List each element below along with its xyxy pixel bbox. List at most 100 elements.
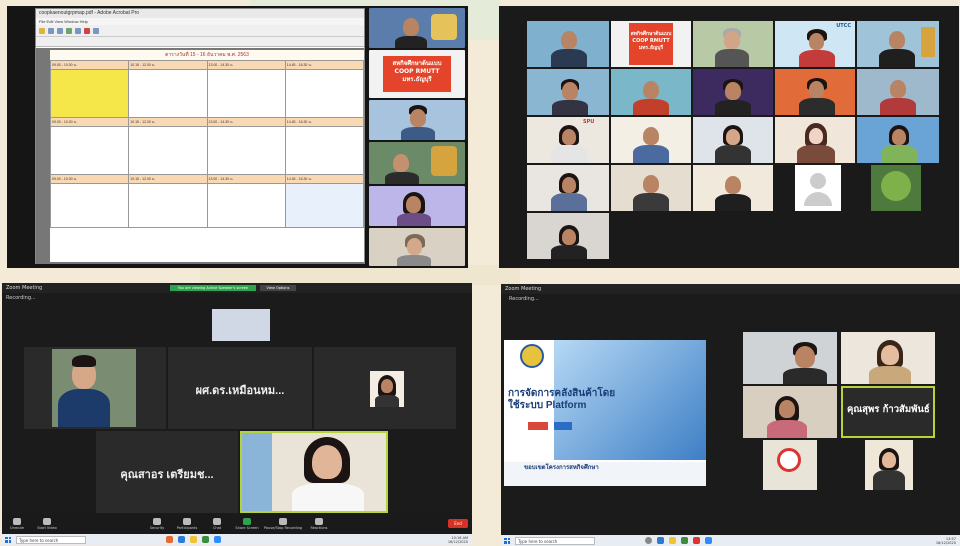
- app-icon[interactable]: [681, 537, 688, 544]
- participant-video[interactable]: [611, 117, 691, 163]
- zoom-icon[interactable]: [705, 537, 712, 544]
- participant-video[interactable]: [369, 186, 465, 226]
- person: [561, 31, 577, 49]
- coop-logo: สหกิจศึกษาต้นแบบ COOP RMUTT มทร.ธัญบุรี: [383, 56, 451, 92]
- participant-video[interactable]: [693, 21, 773, 67]
- edge-icon[interactable]: [657, 537, 664, 544]
- zoom-title-bar: Zoom Meeting: [501, 284, 960, 294]
- shirt: [715, 194, 751, 211]
- chat-button[interactable]: Chat: [202, 518, 232, 530]
- search-icon[interactable]: [75, 27, 81, 34]
- participant-video[interactable]: [369, 8, 465, 48]
- edge-icon[interactable]: [178, 536, 185, 543]
- shirt: [799, 50, 835, 67]
- table-cell: 09.00 - 10.00 น.: [49, 174, 130, 184]
- sign-icon[interactable]: [84, 27, 90, 34]
- participant-video[interactable]: [693, 165, 773, 211]
- participant-no-video[interactable]: [795, 165, 841, 211]
- shared-slide[interactable]: การจัดการคลังสินค้าโดย ใช้ระบบ Platform …: [504, 340, 706, 486]
- pause-recording-button[interactable]: Pause/Stop Recording: [262, 518, 304, 530]
- shirt: [799, 98, 835, 115]
- view-options-button[interactable]: View Options: [260, 285, 296, 291]
- participant-name-tile[interactable]: คุณสาอร เตรียมช...: [96, 431, 238, 513]
- start-video-button[interactable]: Start Video: [32, 518, 62, 530]
- video-frame: [272, 433, 386, 511]
- recording-indicator[interactable]: Recording...: [509, 296, 539, 302]
- participant-logo-tile[interactable]: สหกิจศึกษาต้นแบบ COOP RMUTT มทร.ธัญบุรี: [611, 21, 691, 67]
- participant-video[interactable]: [775, 69, 855, 115]
- share-screen-button[interactable]: Share Screen: [232, 518, 262, 530]
- folder-icon[interactable]: [190, 536, 197, 543]
- participant-video[interactable]: [611, 165, 691, 211]
- app-icon[interactable]: [202, 536, 209, 543]
- participant-video[interactable]: [24, 347, 166, 429]
- microphone-icon: [13, 518, 21, 525]
- participant-video[interactable]: [369, 228, 465, 266]
- participants-button[interactable]: Participants: [172, 518, 202, 530]
- participant-logo-tile[interactable]: สหกิจศึกษาต้นแบบ COOP RMUTT มทร.ธัญบุรี: [369, 50, 465, 98]
- participant-name: คุณสุพร ก้าวสัมพันธ์: [847, 404, 930, 415]
- people-icon: [183, 518, 191, 525]
- app-icon[interactable]: [693, 537, 700, 544]
- windows-start-icon[interactable]: [5, 536, 11, 543]
- window-title: Zoom Meeting: [6, 285, 43, 291]
- print-icon[interactable]: [57, 27, 63, 34]
- participant-video[interactable]: SPU: [527, 117, 609, 163]
- taskbar-search[interactable]: Type here to search: [16, 535, 86, 544]
- participant-video[interactable]: [857, 21, 939, 67]
- participant-video[interactable]: [775, 117, 855, 163]
- participant-video[interactable]: [841, 332, 935, 384]
- participant-video[interactable]: [857, 69, 939, 115]
- person: [381, 379, 393, 393]
- participant-video[interactable]: [743, 332, 837, 384]
- participant-name-tile[interactable]: ผศ.ดร.เหมือนหม...: [168, 347, 312, 429]
- windows-start-icon[interactable]: [504, 537, 510, 544]
- recording-indicator[interactable]: Recording...: [6, 295, 36, 301]
- cortana-icon[interactable]: [645, 537, 652, 544]
- taskbar-search[interactable]: Type here to search: [515, 536, 595, 545]
- participant-video[interactable]: [763, 440, 817, 490]
- participant-video[interactable]: UTCC: [775, 21, 855, 67]
- participant-video[interactable]: [527, 165, 609, 211]
- pdf-menu[interactable]: File Edit View Window Help: [36, 18, 364, 25]
- participant-video[interactable]: [857, 117, 939, 163]
- unmute-button[interactable]: Unmute: [2, 518, 32, 530]
- person: [406, 196, 421, 213]
- participant-video[interactable]: [314, 347, 456, 429]
- pdf-document-area[interactable]: ตารางวันที่ 15 - 16 ธันวาคม พ.ศ. 2563 09…: [36, 48, 365, 264]
- windows-taskbar: Type here to search 13:57 16/12/2020: [501, 535, 960, 546]
- participant-video[interactable]: [369, 142, 465, 184]
- app-icon[interactable]: [166, 536, 173, 543]
- share-icon[interactable]: [66, 27, 72, 34]
- person: [562, 82, 578, 100]
- comment-icon[interactable]: [93, 27, 99, 34]
- participant-video[interactable]: [743, 386, 837, 438]
- person: [809, 81, 824, 98]
- reactions-button[interactable]: Reactions: [304, 518, 334, 530]
- participant-video[interactable]: [527, 69, 609, 115]
- security-button[interactable]: Security: [142, 518, 172, 530]
- save-icon[interactable]: [48, 27, 54, 34]
- person: [809, 33, 824, 50]
- participant-video[interactable]: [693, 117, 773, 163]
- participant-video[interactable]: [693, 69, 773, 115]
- participant-video[interactable]: [527, 213, 609, 259]
- screenshot-pdf-schedule: coopkaenoutgrpmap.pdf - Adobe Acrobat Pr…: [7, 6, 468, 268]
- screenshot-zoom-meeting-2: Zoom Meeting Recording... การจัดการคลังส…: [501, 284, 960, 546]
- open-icon[interactable]: [39, 27, 45, 34]
- zoom-icon[interactable]: [214, 536, 221, 543]
- end-button[interactable]: End: [448, 519, 468, 528]
- participant-video[interactable]: [369, 100, 465, 140]
- participant-video[interactable]: [611, 69, 691, 115]
- person: [779, 400, 795, 418]
- viewing-screen-banner: You are viewing Active Speaker's screen: [170, 285, 256, 291]
- logo-line: สหกิจศึกษาต้นแบบ: [630, 31, 672, 37]
- participant-name-tile[interactable]: คุณสุพร ก้าวสัมพันธ์: [841, 386, 935, 438]
- active-speaker-video[interactable]: [240, 431, 388, 513]
- participant-nature-background[interactable]: [871, 165, 921, 211]
- table-cell: 14.45 - 16.30 น.: [284, 117, 365, 127]
- participant-video[interactable]: [865, 440, 913, 490]
- shared-screen-thumbnail[interactable]: [212, 309, 270, 341]
- participant-video[interactable]: [527, 21, 609, 67]
- folder-icon[interactable]: [669, 537, 676, 544]
